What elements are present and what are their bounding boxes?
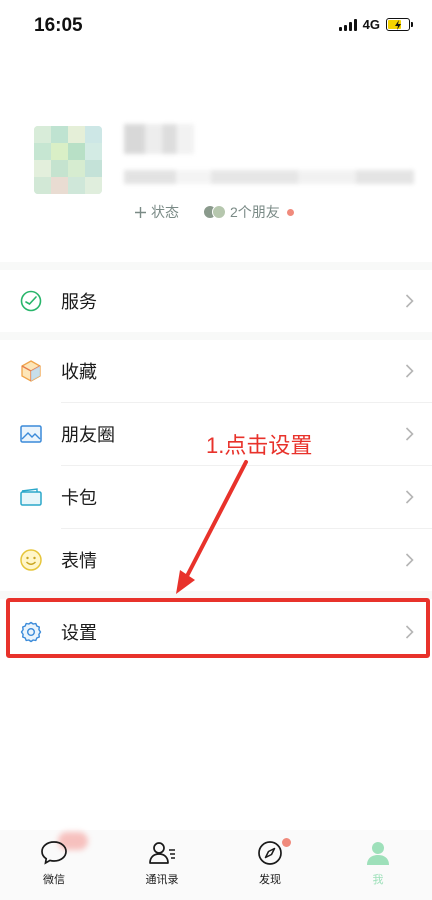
person-icon [367,842,389,865]
status-bar: 16:05 4G [0,0,432,52]
emoji-icon [20,549,42,571]
chevron-right-icon [405,427,414,441]
menu-item-emoji[interactable]: 表情 [0,529,432,591]
tab-discover[interactable]: 发现 [216,830,324,900]
plus-icon [135,206,146,218]
moments-icon [20,425,42,443]
menu-item-label: 服务 [61,292,97,312]
profile-meta: 状态 2个朋友 [134,202,294,222]
contacts-icon [149,842,175,864]
service-icon [20,290,42,312]
menu-item-label: 卡包 [61,488,97,508]
tab-me[interactable]: 我 [324,830,432,900]
annotation-text: 1.点击设置 [206,433,313,458]
friends-label: 2个朋友 [230,204,280,220]
battery-icon [386,18,413,31]
tab-label: 发现 [259,874,281,886]
new-badge-dot [286,208,294,216]
friend-avatar [212,205,226,219]
tab-contacts[interactable]: 通讯录 [108,830,216,900]
friends-status[interactable]: 2个朋友 [203,202,294,222]
menu-item-card-wallet[interactable]: 卡包 [0,466,432,528]
menu-item-favorites[interactable]: 收藏 [0,340,432,402]
chevron-right-icon [405,553,414,567]
group-separator [0,262,432,270]
signal-icon [338,18,357,31]
compass-icon [258,841,282,865]
menu-item-label: 表情 [61,551,97,571]
chevron-right-icon [405,294,414,308]
profile-header[interactable]: 状态 2个朋友 [0,52,432,260]
status-indicators: 4G [338,17,413,32]
menu-item-service[interactable]: 服务 [0,270,432,332]
card-wallet-icon [20,488,42,506]
status-time: 16:05 [34,15,83,36]
nickname-redacted [124,124,194,154]
tab-label: 我 [372,874,384,886]
favorites-icon [21,360,41,382]
status-label: 状态 [151,204,179,220]
chevron-right-icon [405,490,414,504]
network-label: 4G [362,17,380,32]
tab-label: 微信 [43,874,65,886]
tab-bar: 微信 通讯录 发现 我 [0,830,432,900]
menu-item-label: 朋友圈 [61,425,115,445]
menu-item-label: 收藏 [61,362,97,382]
chat-bubble-icon [41,841,67,865]
wechat-id-redacted [124,170,414,184]
avatar[interactable] [34,126,102,194]
settings-highlight-box [6,598,430,658]
tab-label: 通讯录 [145,874,179,886]
group-separator [0,332,432,340]
tab-chats[interactable]: 微信 [0,830,108,900]
chevron-right-icon [405,364,414,378]
status-button[interactable]: 状态 [134,202,179,222]
